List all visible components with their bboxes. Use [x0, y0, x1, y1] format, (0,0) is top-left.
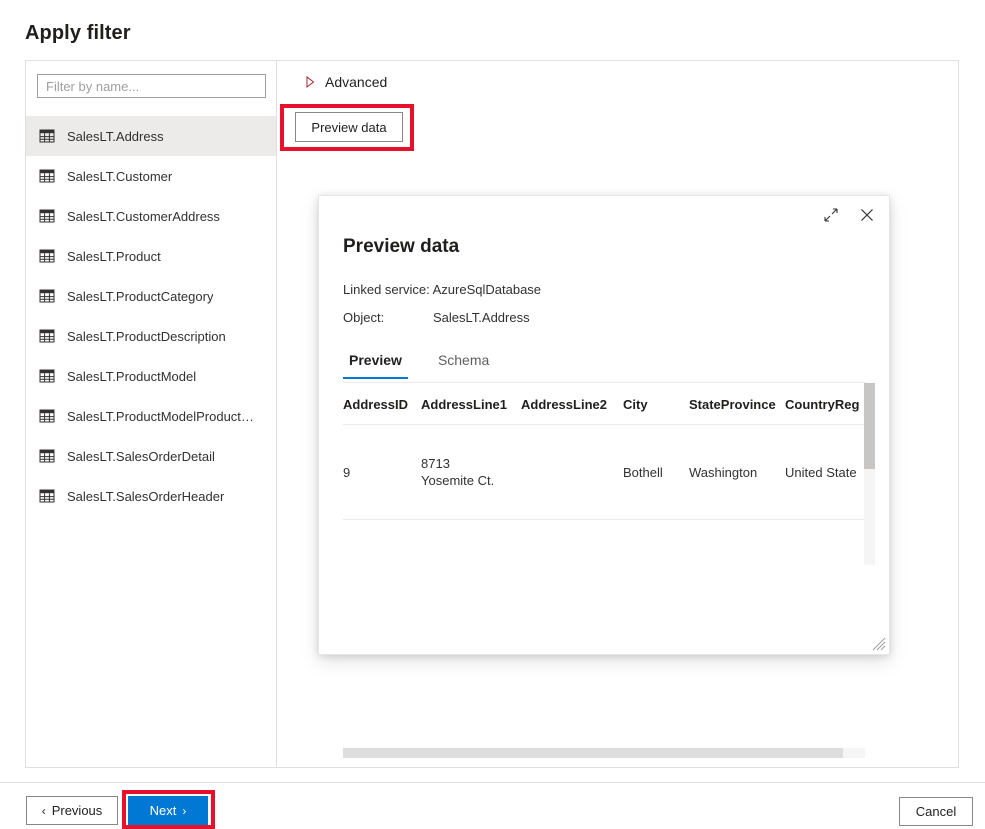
table-icon [39, 128, 55, 144]
list-item-label: SalesLT.Product [67, 249, 161, 264]
close-icon [860, 208, 874, 222]
table-icon [39, 328, 55, 344]
list-item-label: SalesLT.ProductCategory [67, 289, 213, 304]
table-cell: United State [785, 425, 866, 520]
next-button-label: Next [150, 803, 177, 818]
filter-detail-pane: Advanced Preview data Preview data [278, 61, 958, 767]
object-value: SalesLT.Address [433, 310, 530, 325]
preview-panel-title: Preview data [343, 236, 459, 258]
preview-data-panel: Preview data Linked service: AzureSqlDat… [318, 195, 890, 655]
table-body: 98713 Yosemite Ct. BothellWashingtonUnite… [343, 425, 866, 520]
list-item[interactable]: SalesLT.SalesOrderDetail [26, 436, 276, 476]
expand-icon [824, 208, 838, 222]
table-icon [39, 488, 55, 504]
list-item-label: SalesLT.SalesOrderDetail [67, 449, 215, 464]
preview-data-table: AddressIDAddressLine1AddressLine2CitySta… [343, 383, 866, 520]
object-list-pane: SalesLT.Address SalesLT.Customer SalesLT.C… [26, 61, 277, 767]
expand-button[interactable] [820, 204, 842, 226]
grid-horizontal-scroll-thumb[interactable] [343, 748, 843, 758]
table-cell: Bothell [623, 425, 689, 520]
list-item[interactable]: SalesLT.CustomerAddress [26, 196, 276, 236]
list-item-label: SalesLT.ProductDescription [67, 329, 226, 344]
chevron-right-icon [305, 76, 315, 88]
table-icon [39, 168, 55, 184]
list-item-label: SalesLT.ProductModel [67, 369, 196, 384]
list-item[interactable]: SalesLT.ProductDescription [26, 316, 276, 356]
footer-divider [0, 782, 985, 783]
linked-service-label: Linked service: [343, 282, 430, 297]
table-icon [39, 208, 55, 224]
table-icon [39, 448, 55, 464]
list-item-label: SalesLT.CustomerAddress [67, 209, 220, 224]
list-item-label: SalesLT.ProductModelProductDe... [67, 409, 262, 424]
column-header[interactable]: AddressID [343, 383, 421, 425]
list-item-label: SalesLT.Customer [67, 169, 172, 184]
column-header[interactable]: CountryReg [785, 383, 866, 425]
table-cell: 9 [343, 425, 421, 520]
chevron-left-icon: ‹ [42, 805, 46, 817]
preview-panel-tabs: Preview Schema [343, 351, 495, 379]
table-icon [39, 248, 55, 264]
preview-data-button[interactable]: Preview data [295, 112, 403, 142]
panel-action-bar [820, 204, 878, 226]
cancel-button[interactable]: Cancel [899, 797, 973, 826]
grid-vertical-scroll-thumb[interactable] [864, 383, 875, 469]
column-header[interactable]: City [623, 383, 689, 425]
list-item[interactable]: SalesLT.ProductCategory [26, 276, 276, 316]
list-item-label: SalesLT.SalesOrderHeader [67, 489, 224, 504]
previous-button-label: Previous [52, 803, 103, 818]
linked-service-value: AzureSqlDatabase [433, 282, 541, 297]
tab-schema[interactable]: Schema [432, 351, 495, 379]
table-row: 98713 Yosemite Ct. BothellWashingtonUnite… [343, 425, 866, 520]
column-header[interactable]: StateProvince [689, 383, 785, 425]
advanced-label: Advanced [325, 74, 387, 90]
resize-grip-icon[interactable] [872, 637, 886, 651]
table-icon [39, 408, 55, 424]
object-label: Object: [343, 310, 433, 325]
apply-filter-card: SalesLT.Address SalesLT.Customer SalesLT.C… [25, 60, 959, 768]
chevron-right-icon: › [182, 805, 186, 817]
column-header[interactable]: AddressLine1 [421, 383, 521, 425]
list-item[interactable]: SalesLT.SalesOrderHeader [26, 476, 276, 516]
object-list: SalesLT.Address SalesLT.Customer SalesLT.C… [26, 116, 276, 516]
grid-horizontal-scrollbar[interactable] [343, 748, 865, 758]
list-item[interactable]: SalesLT.Address [26, 116, 276, 156]
table-header-row: AddressIDAddressLine1AddressLine2CitySta… [343, 383, 866, 425]
page-title: Apply filter [25, 22, 131, 45]
list-item[interactable]: SalesLT.Customer [26, 156, 276, 196]
object-row: Object: SalesLT.Address [343, 310, 530, 325]
table-icon [39, 368, 55, 384]
filter-by-name-input[interactable] [37, 74, 266, 98]
column-header[interactable]: AddressLine2 [521, 383, 623, 425]
tab-preview[interactable]: Preview [343, 351, 408, 379]
close-button[interactable] [856, 204, 878, 226]
grid-vertical-scrollbar[interactable] [864, 383, 875, 565]
table-icon [39, 288, 55, 304]
advanced-section-toggle[interactable]: Advanced [305, 74, 387, 90]
next-button[interactable]: Next › [128, 796, 208, 825]
list-item[interactable]: SalesLT.ProductModelProductDe... [26, 396, 276, 436]
linked-service-row: Linked service: AzureSqlDatabase [343, 282, 541, 297]
list-item[interactable]: SalesLT.Product [26, 236, 276, 276]
previous-button[interactable]: ‹ Previous [26, 796, 118, 825]
list-item-label: SalesLT.Address [67, 129, 164, 144]
list-item[interactable]: SalesLT.ProductModel [26, 356, 276, 396]
preview-grid-viewport: AddressIDAddressLine1AddressLine2CitySta… [343, 383, 866, 571]
table-cell [521, 425, 623, 520]
table-cell: 8713 Yosemite Ct. [421, 425, 521, 520]
table-cell: Washington [689, 425, 785, 520]
